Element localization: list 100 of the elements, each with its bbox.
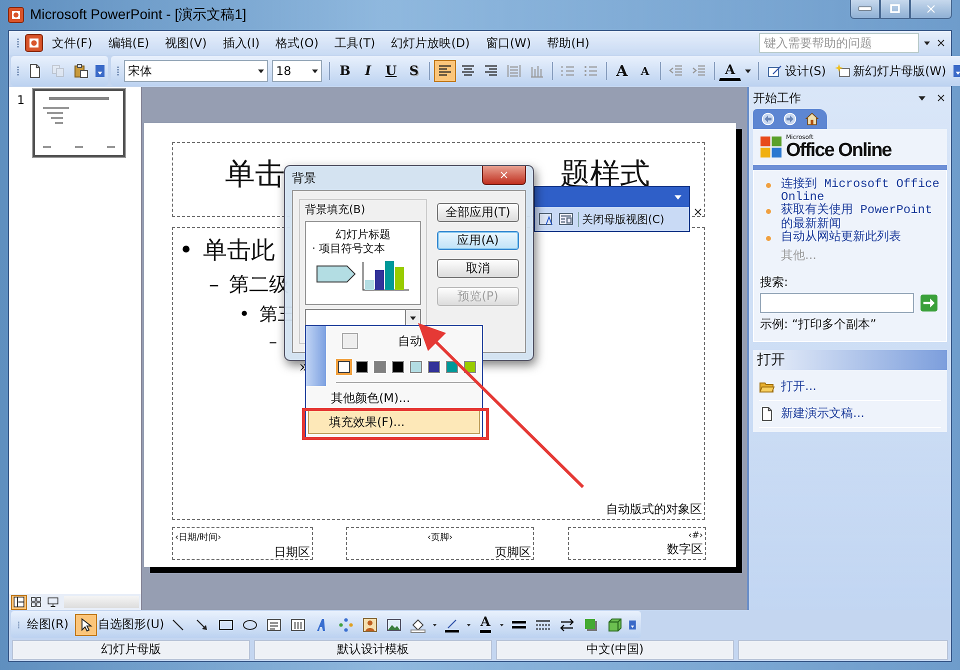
bullet: •: [239, 303, 250, 327]
format-button[interactable]: S: [403, 60, 425, 82]
view-button[interactable]: [28, 594, 44, 610]
minimize-button[interactable]: [850, 0, 880, 19]
toolbar-options-icon[interactable]: [94, 65, 106, 77]
color-swatch[interactable]: [374, 361, 386, 373]
field-text: ‹#›: [688, 531, 703, 541]
menu-item[interactable]: 工具(T): [328, 32, 382, 54]
pane-link[interactable]: 打开...: [781, 380, 816, 394]
format-button[interactable]: U: [380, 60, 402, 82]
scrollbar[interactable]: [64, 596, 139, 608]
menu-item[interactable]: 插入(I): [216, 32, 267, 54]
close-icon[interactable]: [935, 37, 947, 49]
pane-link[interactable]: 连接到 Microsoft Office Online: [781, 178, 940, 204]
menu-item[interactable]: 填充效果(F)...: [308, 410, 480, 434]
font-field[interactable]: 宋体: [124, 60, 268, 82]
format-button[interactable]: B: [334, 60, 356, 82]
copy-icon: [50, 63, 66, 79]
grid-view-icon: [30, 596, 42, 608]
numbered-list-icon: [560, 63, 576, 79]
slide-number: 1: [17, 92, 25, 107]
slideshow-icon: [47, 596, 59, 608]
menu-item[interactable]: 视图(V): [158, 32, 214, 54]
close-icon[interactable]: [935, 92, 947, 104]
forward-icon[interactable]: [783, 112, 797, 126]
figure-icon: [362, 616, 378, 632]
field-text: ‹日期/时间›: [175, 532, 222, 544]
font-size-button[interactable]: A: [634, 60, 656, 82]
section-header: 打开: [753, 350, 947, 370]
window-title: Microsoft PowerPoint - [演示文稿1]: [30, 6, 246, 24]
automatic-swatch[interactable]: [342, 333, 358, 349]
status-panel: 中文(中国): [496, 640, 734, 660]
close-button[interactable]: [482, 166, 526, 185]
pane-link[interactable]: 获取有关使用 PowerPoint 的最新新闻: [781, 204, 940, 231]
autoshapes-button[interactable]: 自选图形(U): [98, 614, 166, 636]
home-icon[interactable]: [805, 112, 819, 126]
arrow-style-icon: [558, 616, 575, 632]
toolbar-command[interactable]: 设计(S): [763, 60, 830, 82]
distribute-icon: [529, 63, 545, 79]
menu-item[interactable]: 格式(O): [268, 32, 326, 54]
pane-link[interactable]: 自动从网站更新此列表: [781, 230, 901, 244]
dialog-button[interactable]: 应用(A): [437, 231, 519, 250]
new-document-icon: [27, 63, 43, 79]
diagram-icon: [338, 616, 354, 632]
color-swatch[interactable]: [338, 361, 350, 373]
search-field[interactable]: [760, 292, 914, 313]
dialog-button[interactable]: 取消: [437, 259, 519, 278]
color-swatch[interactable]: [446, 361, 458, 373]
align-button[interactable]: [434, 60, 456, 82]
dialog-title: 背景: [292, 170, 316, 186]
toolbar-command[interactable]: 新幻灯片母版(W): [830, 60, 950, 82]
color-swatch[interactable]: [464, 361, 476, 373]
menu-item[interactable]: 帮助(H): [540, 32, 596, 54]
back-icon[interactable]: [761, 112, 775, 126]
font-size-button[interactable]: A: [611, 60, 633, 82]
draw-menu-button[interactable]: 绘图(R): [24, 614, 73, 636]
shadow-square-icon: [582, 616, 599, 632]
menu-item[interactable]: 自动: [398, 332, 422, 350]
drawing-tool[interactable]: [74, 614, 97, 636]
pencil-page-icon: [767, 63, 783, 79]
new-slide-icon: [834, 63, 851, 79]
close-button[interactable]: [910, 0, 952, 19]
color-swatch[interactable]: [392, 361, 404, 373]
bullet: –: [209, 271, 219, 298]
menu-item[interactable]: 编辑(E): [101, 32, 156, 54]
menu-item[interactable]: 文件(F): [45, 32, 100, 54]
document-icon: [759, 406, 775, 422]
placeholder-label: 数字区: [667, 541, 703, 558]
text-style-icon[interactable]: [538, 211, 554, 227]
close-icon[interactable]: [692, 206, 704, 218]
menu-item[interactable]: 幻灯片放映(D): [384, 32, 477, 54]
pane-title: 开始工作: [753, 90, 802, 106]
layout-icon[interactable]: [558, 211, 574, 227]
maximize-icon: [888, 2, 902, 16]
menu-item[interactable]: 窗口(W): [478, 32, 538, 54]
app-icon: [8, 7, 24, 23]
help-field[interactable]: 键入需要帮助的问题: [759, 33, 919, 53]
font-color-button[interactable]: A: [719, 62, 741, 80]
body-text: 单击此: [203, 235, 276, 266]
preview-title: 幻灯片标题: [336, 228, 390, 242]
search-example: 示例: “打印多个副本”: [760, 316, 878, 333]
text-box-icon: [266, 616, 282, 632]
vertical-text-box-icon: [290, 616, 306, 632]
color-swatch[interactable]: [356, 361, 368, 373]
view-button[interactable]: [45, 594, 61, 610]
maximize-button[interactable]: [880, 0, 910, 19]
color-swatch[interactable]: [428, 361, 440, 373]
font-size-field[interactable]: 18: [272, 60, 322, 82]
format-button[interactable]: I: [357, 60, 379, 82]
title-text: 单击: [225, 157, 285, 193]
toolbar-options-icon[interactable]: [628, 618, 637, 630]
color-swatch[interactable]: [410, 361, 422, 373]
view-button[interactable]: [11, 594, 27, 610]
placeholder-label: 自动版式的对象区: [606, 501, 702, 518]
app-icon[interactable]: [25, 34, 43, 52]
pane-link[interactable]: 新建演示文稿...: [781, 407, 864, 421]
bullet-dot: [766, 183, 771, 188]
dialog-button[interactable]: 全部应用(T): [437, 203, 519, 222]
bullet-dot: [766, 209, 771, 214]
drawing-tool[interactable]: A: [474, 614, 496, 636]
